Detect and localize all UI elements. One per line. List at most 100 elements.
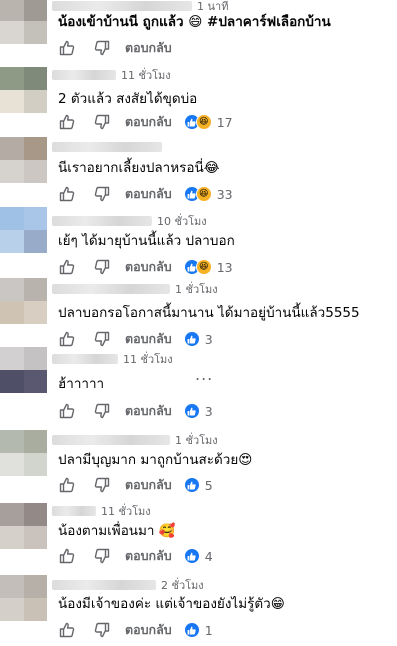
thumbs-down-icon[interactable]: [93, 330, 111, 348]
comment-actions: ตอบกลับ 4: [58, 546, 213, 566]
author-name[interactable]: [52, 435, 170, 445]
like-reaction-icon: [183, 403, 200, 419]
author-name[interactable]: [52, 216, 152, 226]
thumbs-up-icon[interactable]: [58, 476, 76, 494]
avatar[interactable]: [0, 278, 47, 324]
comment-meta: 1 ชั่วโมง: [52, 281, 218, 297]
comment-text: 2 ตัวแล้ว สงสัยได้ขุดบ่อ: [58, 91, 198, 107]
comment-meta: 10 ชั่วโมง: [52, 213, 207, 229]
avatar[interactable]: [0, 575, 47, 621]
comment-time[interactable]: 11 ชั่วโมง: [121, 66, 171, 84]
author-name[interactable]: [52, 580, 156, 590]
thumbs-up-icon[interactable]: [58, 39, 76, 57]
reply-button[interactable]: ตอบกลับ: [125, 620, 172, 640]
comment-text: ปลาบอกรอโอกาสนี้มานาน ได้มาอยู่บ้านนี้แล…: [58, 305, 360, 321]
reaction-summary[interactable]: 4: [183, 548, 213, 564]
comment-text: น้องตามเพื่อนมา 🥰: [58, 523, 176, 539]
reaction-summary[interactable]: 3: [183, 403, 213, 419]
reaction-summary[interactable]: 3: [183, 331, 213, 347]
reaction-count: 3: [204, 403, 213, 419]
thumbs-up-icon[interactable]: [58, 547, 76, 565]
author-name[interactable]: [52, 284, 170, 294]
haha-reaction-icon: 😆: [195, 114, 212, 130]
reaction-summary[interactable]: 😆 33: [183, 186, 233, 202]
haha-reaction-icon: 😆: [195, 186, 212, 202]
comment-actions: ตอบกลับ 3: [58, 401, 213, 421]
reply-button[interactable]: ตอบกลับ: [125, 184, 172, 204]
author-name[interactable]: [52, 1, 192, 11]
comment-text: น้องเข้าบ้านนี ถูกแล้ว 😄 #ปลาคาร์ฟเลือกบ…: [58, 14, 331, 30]
reaction-summary[interactable]: 5: [183, 477, 213, 493]
avatar[interactable]: [0, 0, 47, 44]
reply-button[interactable]: ตอบกลับ: [125, 329, 172, 349]
thumbs-down-icon[interactable]: [93, 113, 111, 131]
comment-actions: ตอบกลับ 1: [58, 620, 213, 640]
reply-button[interactable]: ตอบกลับ: [125, 112, 172, 132]
author-name[interactable]: [52, 142, 162, 152]
thumbs-down-icon[interactable]: [93, 547, 111, 565]
reply-button[interactable]: ตอบกลับ: [125, 401, 172, 421]
comment-meta: [52, 139, 162, 155]
avatar[interactable]: [0, 347, 47, 393]
author-name[interactable]: [52, 70, 116, 80]
comment-text: ปลามีบุญมาก มาถูกบ้านสะด้วย😍: [58, 452, 253, 468]
comment-actions: ตอบกลับ 😆 33: [58, 184, 233, 204]
more-dots-icon[interactable]: ...: [195, 365, 213, 384]
thumbs-up-icon[interactable]: [58, 330, 76, 348]
comment-meta: 1 นาที: [52, 0, 228, 14]
like-reaction-icon: [183, 548, 200, 564]
comment-actions: ตอบกลับ 5: [58, 475, 213, 495]
comment-meta: 2 ชั่วโมง: [52, 577, 204, 593]
comment-time[interactable]: 1 นาที: [197, 0, 228, 15]
like-reaction-icon: [183, 477, 200, 493]
thumbs-down-icon[interactable]: [93, 402, 111, 420]
avatar[interactable]: [0, 207, 47, 253]
thumbs-up-icon[interactable]: [58, 402, 76, 420]
comment-time[interactable]: 11 ชั่วโมง: [101, 502, 151, 520]
author-name[interactable]: [52, 354, 118, 364]
comment-text: น้องมีเจ้าของค่ะ แต่เจ้าของยังไม่รู้ตัว😁: [58, 596, 285, 612]
thumbs-up-icon[interactable]: [58, 113, 76, 131]
thumbs-down-icon[interactable]: [93, 621, 111, 639]
reaction-count: 13: [216, 259, 233, 275]
thumbs-up-icon[interactable]: [58, 621, 76, 639]
comment-actions: ตอบกลับ 3: [58, 329, 213, 349]
avatar[interactable]: [0, 137, 47, 183]
thumbs-down-icon[interactable]: [93, 185, 111, 203]
comment-time[interactable]: 1 ชั่วโมง: [175, 431, 218, 449]
comment-actions: ตอบกลับ 😆 17: [58, 112, 233, 132]
comment-text: นีเราอยากเลี้ยงปลาหรอนี่😂: [58, 160, 220, 176]
author-name[interactable]: [52, 506, 96, 516]
comment-time[interactable]: 10 ชั่วโมง: [157, 212, 207, 230]
comment-meta: 11 ชั่วโมง: [52, 351, 173, 367]
reply-button[interactable]: ตอบกลับ: [125, 38, 172, 58]
comment-time[interactable]: 2 ชั่วโมง: [161, 576, 204, 594]
comment-time[interactable]: 1 ชั่วโมง: [175, 280, 218, 298]
comment-meta: 11 ชั่วโมง: [52, 67, 171, 83]
thumbs-down-icon[interactable]: [93, 258, 111, 276]
thumbs-down-icon[interactable]: [93, 39, 111, 57]
reply-button[interactable]: ตอบกลับ: [125, 257, 172, 277]
avatar[interactable]: [0, 430, 47, 476]
thumbs-up-icon[interactable]: [58, 185, 76, 203]
reaction-count: 17: [216, 114, 233, 130]
like-reaction-icon: [183, 622, 200, 638]
reaction-count: 5: [204, 477, 213, 493]
reply-button[interactable]: ตอบกลับ: [125, 475, 172, 495]
avatar[interactable]: [0, 503, 47, 549]
comment-time[interactable]: 11 ชั่วโมง: [123, 350, 173, 368]
thumbs-down-icon[interactable]: [93, 476, 111, 494]
reaction-count: 1: [204, 622, 213, 638]
comment-text: เย้ๆ ได้มายุบ้านนี้แล้ว ปลาบอก: [58, 233, 235, 249]
comment-meta: 11 ชั่วโมง: [52, 503, 151, 519]
thumbs-up-icon[interactable]: [58, 258, 76, 276]
reaction-summary[interactable]: 1: [183, 622, 213, 638]
comment-actions: ตอบกลับ: [58, 38, 172, 58]
reply-button[interactable]: ตอบกลับ: [125, 546, 172, 566]
reaction-summary[interactable]: 😆 17: [183, 114, 233, 130]
reaction-summary[interactable]: 😆 13: [183, 259, 233, 275]
comment-text: ฮ้าาาาา: [58, 376, 105, 392]
reaction-count: 33: [216, 186, 233, 202]
avatar[interactable]: [0, 67, 47, 113]
reaction-count: 4: [204, 548, 213, 564]
